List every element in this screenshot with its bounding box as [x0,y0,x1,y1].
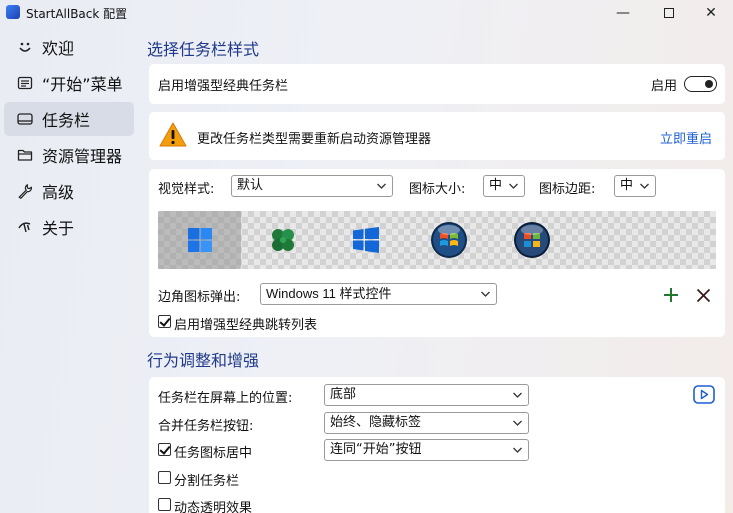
chevron-down-icon [513,447,522,453]
jumplist-label: 启用增强型经典跳转列表 [174,318,318,333]
dynamic-transparency-checkbox[interactable] [158,498,171,511]
behavior-card: 任务栏在屏幕上的位置: 底部 合并任务栏按钮: 始终、隐藏标签 任务图标居中 连… [149,377,725,513]
sidebar: 欢迎 “开始”菜单 任务栏 资源管理器 高级 关于 [0,28,138,246]
maximize-button[interactable] [646,0,692,26]
position-label: 任务栏在屏幕上的位置: [158,391,293,406]
sidebar-item-label: 任务栏 [42,111,91,130]
warning-text: 更改任务栏类型需要重新启动资源管理器 [197,132,432,147]
chevron-down-icon [513,420,522,426]
style-option-clover[interactable] [241,211,324,269]
icon-size-select[interactable]: 中 [483,175,525,197]
icon-size-value: 中 [489,178,503,193]
enhanced-taskbar-card: 启用增强型经典任务栏 启用 [149,64,725,104]
chevron-down-icon [377,183,386,189]
windows-7-orb-icon [430,222,467,258]
style-option-windows-11[interactable] [158,211,241,269]
icon-margin-value: 中 [620,178,634,193]
windows-11-logo-icon [187,228,212,252]
icon-margin-label: 图标边距: [539,182,596,197]
title-bar: StartAllBack 配置 — ✕ [0,0,733,26]
center-icons-value: 连同“开始”按钮 [330,442,422,457]
sidebar-item-start-menu[interactable]: “开始”菜单 [4,66,134,100]
enhanced-taskbar-label: 启用增强型经典任务栏 [158,79,289,94]
style-option-windows-7[interactable] [407,211,490,269]
icon-margin-select[interactable]: 中 [614,175,656,197]
chevron-down-icon [481,291,490,297]
close-button[interactable]: ✕ [688,0,733,26]
split-taskbar-label: 分割任务栏 [174,474,240,489]
chevron-down-icon [640,183,649,189]
sidebar-item-label: “开始”菜单 [42,75,123,94]
preview-play-button[interactable] [693,384,715,404]
restart-warning-card: 更改任务栏类型需要重新启动资源管理器 立即重启 [149,112,725,160]
smile-icon [16,38,34,56]
windows-10-logo-icon [352,227,379,253]
split-taskbar-checkbox[interactable] [158,471,171,484]
add-button[interactable] [661,285,681,305]
window-title: StartAllBack 配置 [26,7,128,21]
app-icon [6,5,20,19]
jumplist-checkbox[interactable] [158,315,171,328]
position-select[interactable]: 底部 [324,384,529,406]
dynamic-transparency-label: 动态透明效果 [174,501,253,513]
visual-style-value: 默认 [237,178,264,193]
taskbar-style-picker [158,211,716,269]
style-option-windows-10[interactable] [324,211,407,269]
corner-popup-label: 边角图标弹出: [158,290,241,305]
clover-icon [271,229,294,251]
sidebar-item-welcome[interactable]: 欢迎 [4,30,134,64]
sidebar-item-label: 高级 [42,183,75,202]
visual-style-label: 视觉样式: [158,182,215,197]
sidebar-item-advanced[interactable]: 高级 [4,174,134,208]
minimize-button[interactable]: — [600,0,646,26]
taskbar-icon [16,110,34,128]
sidebar-item-taskbar[interactable]: 任务栏 [4,102,134,136]
toggle-knob [705,79,713,88]
sidebar-item-label: 欢迎 [42,39,75,58]
x-icon [696,288,710,302]
wrench-icon [16,182,34,200]
corner-popup-select[interactable]: Windows 11 样式控件 [260,283,497,305]
menu-icon [16,74,34,92]
section-title-taskbar-style: 选择任务栏样式 [147,40,260,59]
close-icon: ✕ [705,5,717,21]
about-icon [16,218,34,236]
center-icons-checkbox[interactable] [158,443,171,456]
center-icons-label: 任务图标居中 [174,446,253,461]
style-option-windows-vista[interactable] [490,211,573,269]
plus-icon [664,288,678,302]
section-title-behavior: 行为调整和增强 [147,351,260,370]
visual-style-card: 视觉样式: 默认 图标大小: 中 图标边距: 中 边角图标弹出: Windows… [149,169,725,337]
remove-button[interactable] [693,285,713,305]
windows-vista-orb-icon [513,222,550,258]
combine-select[interactable]: 始终、隐藏标签 [324,412,529,434]
corner-popup-value: Windows 11 样式控件 [266,286,392,301]
minimize-icon: — [616,5,630,21]
sidebar-item-label: 资源管理器 [42,147,123,166]
toggle-state-label: 启用 [651,79,678,94]
position-value: 底部 [330,387,357,402]
sidebar-item-label: 关于 [42,219,75,238]
folder-icon [16,146,34,164]
combine-label: 合并任务栏按钮: [158,419,254,434]
sidebar-item-explorer[interactable]: 资源管理器 [4,138,134,172]
chevron-down-icon [509,183,518,189]
icon-size-label: 图标大小: [409,182,466,197]
restart-now-link[interactable]: 立即重启 [660,128,712,147]
warning-icon [159,121,187,153]
sidebar-item-about[interactable]: 关于 [4,210,134,244]
maximize-icon [664,8,674,18]
play-icon [693,384,715,404]
chevron-down-icon [513,392,522,398]
enhanced-taskbar-toggle[interactable] [684,76,717,92]
visual-style-select[interactable]: 默认 [231,175,393,197]
combine-value: 始终、隐藏标签 [330,415,422,430]
center-icons-select[interactable]: 连同“开始”按钮 [324,439,529,461]
